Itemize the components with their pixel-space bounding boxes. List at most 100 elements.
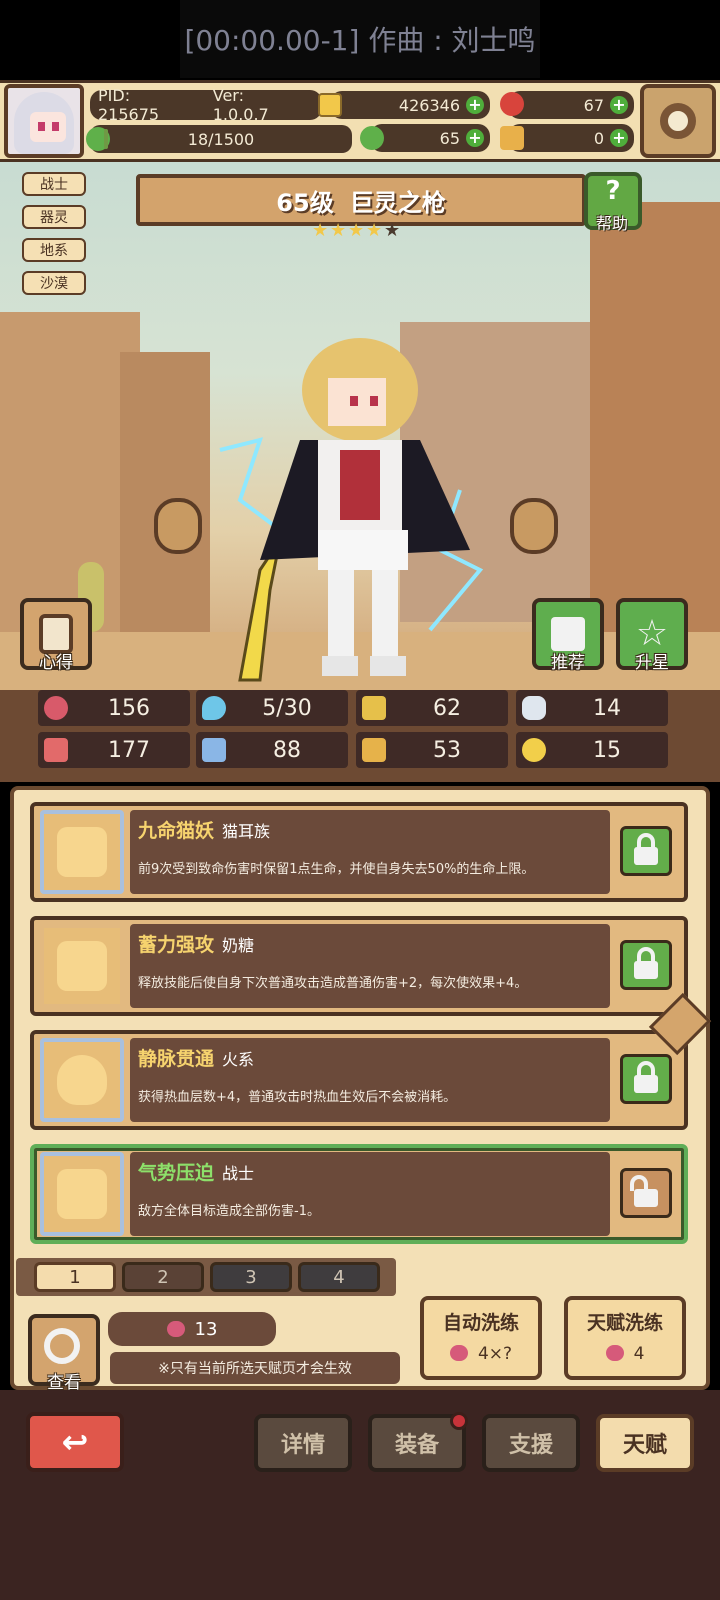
clover-icon: [360, 126, 384, 150]
talent-tag: 战士: [222, 1164, 255, 1183]
talent-description: 敌方全体目标造成全部伤害-1。: [138, 1204, 320, 1219]
tag-terrain[interactable]: 沙漠: [22, 271, 86, 295]
settings-button[interactable]: [640, 84, 716, 158]
star-icon: ☆: [635, 613, 669, 654]
talent-name: 静脉贯通: [138, 1048, 215, 1070]
lock-toggle-button[interactable]: [620, 940, 672, 990]
gold-coin-icon: [318, 93, 342, 117]
stat-hp-value: 156: [108, 695, 150, 721]
shield-emblem-icon: [40, 1152, 124, 1236]
question-icon: ?: [605, 176, 621, 206]
stat-hp: 156: [38, 690, 190, 726]
return-arrow-icon: ↩: [61, 1423, 89, 1461]
support-tab[interactable]: 支援: [482, 1414, 580, 1472]
hero-title-banner: 65级 巨灵之枪: [136, 174, 586, 226]
star-filled-icon: ★: [330, 220, 347, 241]
stat-boots-value: 53: [433, 737, 461, 763]
add-gold-button[interactable]: +: [466, 96, 484, 114]
lock-toggle-button[interactable]: [620, 1054, 672, 1104]
unlock-icon: [630, 1175, 658, 1207]
player-id: PID: 215675: [98, 86, 160, 124]
gem-count: 13: [194, 1318, 218, 1340]
hero-level: 65级: [276, 188, 334, 217]
stats-panel: 156 5/30 62 14 177 88 53 15: [0, 690, 720, 782]
magnifier-icon: [44, 1328, 80, 1364]
lyrics-caption: [00:00.00-1] 作曲 : 刘士鸣: [180, 0, 540, 78]
star-badge-icon: [40, 924, 124, 1008]
lock-toggle-button[interactable]: [620, 826, 672, 876]
key-counter: 0 +: [508, 124, 634, 152]
talent-name: 九命猫妖: [138, 820, 215, 842]
lock-toggle-button[interactable]: [620, 1168, 672, 1218]
recommend-label: 推荐: [551, 653, 585, 673]
stamina-value: 18/1500: [187, 129, 255, 149]
auto-wash-button[interactable]: 自动洗练 4×?: [420, 1296, 542, 1380]
stat-magic-value: 88: [273, 737, 301, 763]
gold-counter: 426346 +: [330, 91, 490, 119]
talent-wash-button[interactable]: 天赋洗练 4: [564, 1296, 686, 1380]
talent-wash-title: 天赋洗练: [586, 1312, 663, 1334]
star-filled-icon: ★: [348, 220, 365, 241]
add-ruby-button[interactable]: +: [610, 96, 628, 114]
cat-icon: [40, 810, 124, 894]
tag-class[interactable]: 战士: [22, 172, 86, 196]
tab-page-4[interactable]: 4: [298, 1262, 380, 1292]
talent-card[interactable]: 静脉贯通 火系 获得热血层数+4，普通攻击时热血生效后不会被消耗。: [30, 1030, 688, 1130]
fruit-icon: [166, 1321, 185, 1337]
back-button[interactable]: ↩: [26, 1412, 124, 1472]
talent-description: 释放技能后使自身下次普通攻击造成普通伤害+2，每次使效果+4。: [138, 976, 528, 991]
fruit-icon: [605, 1345, 624, 1361]
star-filled-icon: ★: [366, 220, 383, 241]
wing-icon: [522, 696, 546, 720]
stat-boots: 53: [356, 732, 508, 768]
talent-description: 前9次受到致命伤害时保留1点生命，并使自身失去50%的生命上限。: [138, 862, 535, 877]
water-drop-icon: [202, 696, 226, 720]
player-avatar[interactable]: [4, 84, 84, 158]
stat-attack: 177: [38, 732, 190, 768]
add-clover-button[interactable]: +: [466, 129, 484, 147]
stat-crit-value: 15: [593, 737, 621, 763]
talent-card[interactable]: 九命猫妖 猫耳族 前9次受到致命伤害时保留1点生命，并使自身失去50%的生命上限。: [30, 802, 688, 902]
ruby-counter: 67 +: [508, 91, 634, 119]
ruby-icon: [500, 92, 524, 116]
tab-page-1[interactable]: 1: [34, 1262, 116, 1292]
tab-page-2[interactable]: 2: [122, 1262, 204, 1292]
star-empty-icon: ★: [384, 220, 401, 241]
star-rating: ★ ★ ★ ★ ★: [312, 222, 404, 244]
stat-attack-value: 177: [108, 737, 150, 763]
talent-tag: 火系: [222, 1050, 255, 1069]
spellbook-icon: [202, 738, 226, 762]
talent-card-selected[interactable]: 气势压迫 战士 敌方全体目标造成全部伤害-1。: [30, 1144, 688, 1244]
stat-speed: 14: [516, 690, 668, 726]
talent-tab[interactable]: 天赋: [596, 1414, 694, 1472]
tab-page-3[interactable]: 3: [210, 1262, 292, 1292]
stat-mana: 5/30: [196, 690, 348, 726]
add-key-button[interactable]: +: [610, 129, 628, 147]
talent-name: 蓄力强攻: [138, 934, 215, 956]
tag-element[interactable]: 地系: [22, 238, 86, 262]
notification-dot: [450, 1412, 468, 1430]
talent-card[interactable]: 蓄力强攻 奶糖 释放技能后使自身下次普通攻击造成普通伤害+2，每次使效果+4。: [30, 916, 688, 1016]
gold-value: 426346: [398, 95, 460, 115]
details-tab[interactable]: 详情: [254, 1414, 352, 1472]
gear-icon: [660, 103, 696, 139]
stat-crit: 15: [516, 732, 668, 768]
gem-counter: 13: [108, 1312, 276, 1346]
next-hero-button[interactable]: [510, 498, 558, 554]
stat-armor-value: 62: [433, 695, 461, 721]
prev-hero-button[interactable]: [154, 498, 202, 554]
hero-sprite: [219, 338, 484, 682]
talent-description: 获得热血层数+4，普通攻击时热血生效后不会被消耗。: [138, 1090, 457, 1105]
game-version: Ver: 1.0.0.7: [212, 86, 269, 124]
stat-speed-value: 14: [593, 695, 621, 721]
boot-icon: [362, 738, 386, 762]
talent-wash-cost: 4: [633, 1344, 645, 1364]
key-icon: [500, 126, 524, 150]
talent-name: 气势压迫: [138, 1162, 215, 1184]
auto-wash-cost: 4×?: [477, 1344, 513, 1364]
thumbs-up-icon: [551, 617, 585, 651]
lock-icon: [634, 1061, 658, 1093]
star-up-label: 升星: [635, 653, 669, 673]
tag-type[interactable]: 器灵: [22, 205, 86, 229]
shield-icon: [362, 696, 386, 720]
